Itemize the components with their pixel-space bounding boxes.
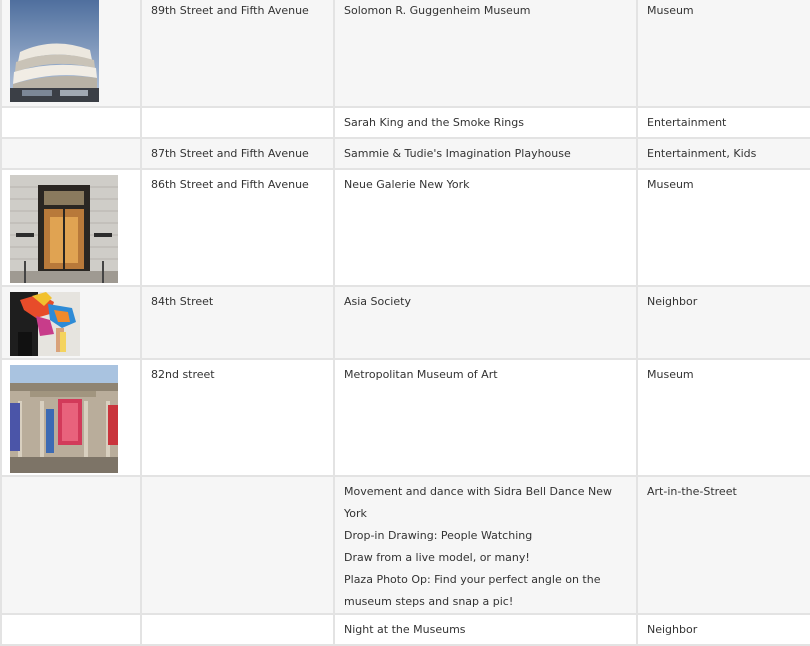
location-cell xyxy=(140,475,335,615)
image-cell xyxy=(0,0,142,108)
location-cell: 84th Street xyxy=(140,285,335,360)
image-cell xyxy=(0,168,142,287)
table-row: Night at the Museums Neighbor xyxy=(0,613,810,646)
location-cell xyxy=(140,613,335,646)
neue-galerie-entrance-photo xyxy=(10,175,118,283)
venue-line: Solomon R. Guggenheim Museum xyxy=(344,4,531,17)
venue-line: Neue Galerie New York xyxy=(344,178,470,191)
venue-cell: Solomon R. Guggenheim Museum xyxy=(333,0,638,108)
category-cell: Museum xyxy=(636,358,810,477)
image-cell xyxy=(0,285,142,360)
table-row: 89th Street and Fifth Avenue Solomon R. … xyxy=(0,0,810,108)
venue-cell: Metropolitan Museum of Art xyxy=(333,358,638,477)
image-cell xyxy=(0,106,142,139)
image-cell xyxy=(0,475,142,615)
venue-line: Plaza Photo Op: Find your perfect angle … xyxy=(344,573,601,608)
image-cell xyxy=(0,137,142,170)
category-cell: Art-in-the-Street xyxy=(636,475,810,615)
guggenheim-museum-photo xyxy=(10,0,99,102)
venue-line: Sarah King and the Smoke Rings xyxy=(344,116,524,129)
image-cell xyxy=(0,613,142,646)
venue-cell: Sammie & Tudie's Imagination Playhouse xyxy=(333,137,638,170)
venue-cell: Movement and dance with Sidra Bell Dance… xyxy=(333,475,638,615)
category-cell: Museum xyxy=(636,0,810,108)
image-cell xyxy=(0,358,142,477)
category-cell: Neighbor xyxy=(636,613,810,646)
venue-line: Draw from a live model, or many! xyxy=(344,551,530,564)
location-cell: 86th Street and Fifth Avenue xyxy=(140,168,335,287)
venue-cell: Night at the Museums xyxy=(333,613,638,646)
venue-line: Drop-in Drawing: People Watching xyxy=(344,529,533,542)
location-cell: 82nd street xyxy=(140,358,335,477)
table-row: 82nd street Metropolitan Museum of Art M… xyxy=(0,358,810,477)
category-cell: Entertainment, Kids xyxy=(636,137,810,170)
location-cell: 87th Street and Fifth Avenue xyxy=(140,137,335,170)
table-row: 84th Street Asia Society Neighbor xyxy=(0,285,810,360)
category-cell: Entertainment xyxy=(636,106,810,139)
venue-line: Metropolitan Museum of Art xyxy=(344,368,498,381)
location-cell: 89th Street and Fifth Avenue xyxy=(140,0,335,108)
events-table: 89th Street and Fifth Avenue Solomon R. … xyxy=(0,0,810,646)
venue-cell: Sarah King and the Smoke Rings xyxy=(333,106,638,139)
venue-line: Asia Society xyxy=(344,295,411,308)
venue-line: Sammie & Tudie's Imagination Playhouse xyxy=(344,147,571,160)
table-row: Sarah King and the Smoke Rings Entertain… xyxy=(0,106,810,139)
category-cell: Neighbor xyxy=(636,285,810,360)
table-row: Movement and dance with Sidra Bell Dance… xyxy=(0,475,810,615)
category-cell: Museum xyxy=(636,168,810,287)
venue-line: Movement and dance with Sidra Bell Dance… xyxy=(344,485,612,520)
venue-line: Night at the Museums xyxy=(344,623,466,636)
location-cell xyxy=(140,106,335,139)
table-row: 86th Street and Fifth Avenue Neue Galeri… xyxy=(0,168,810,287)
venue-cell: Neue Galerie New York xyxy=(333,168,638,287)
venue-cell: Asia Society xyxy=(333,285,638,360)
table-row: 87th Street and Fifth Avenue Sammie & Tu… xyxy=(0,137,810,170)
met-museum-facade-photo xyxy=(10,365,118,473)
asia-society-performer-photo xyxy=(10,292,80,356)
